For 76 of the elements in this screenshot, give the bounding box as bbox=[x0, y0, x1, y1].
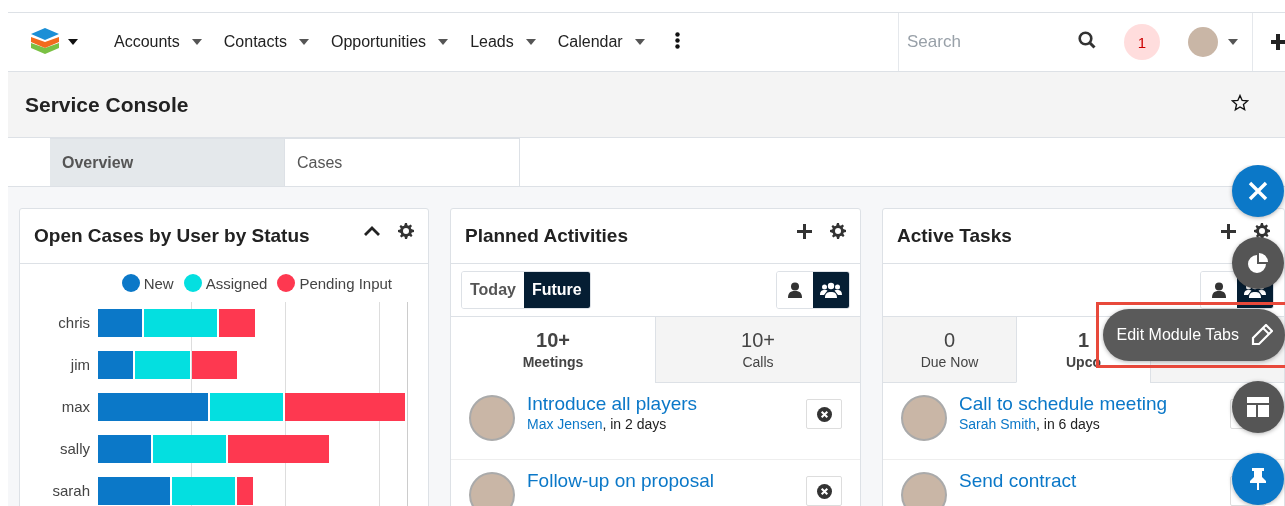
settings-icon[interactable] bbox=[830, 223, 846, 239]
caret-icon bbox=[298, 39, 309, 45]
remove-button[interactable] bbox=[806, 476, 842, 506]
record-meta: Max Jensen, in 2 days bbox=[527, 416, 667, 432]
caret-icon bbox=[1228, 39, 1238, 45]
settings-icon[interactable] bbox=[1254, 223, 1270, 239]
module-tab[interactable]: Overview bbox=[50, 138, 285, 186]
pencil-icon bbox=[1251, 324, 1273, 346]
more-icon[interactable] bbox=[674, 31, 680, 49]
module-tab[interactable]: Cases bbox=[285, 138, 520, 186]
add-icon[interactable] bbox=[797, 223, 812, 239]
record-link[interactable]: Introduce all players bbox=[527, 393, 794, 415]
collapse-icon[interactable] bbox=[364, 226, 380, 236]
caret-icon bbox=[68, 39, 78, 45]
logo-menu[interactable] bbox=[30, 28, 78, 56]
close-icon bbox=[816, 406, 832, 422]
close-icon bbox=[816, 483, 832, 499]
caret-icon bbox=[191, 39, 202, 45]
axis-label: sarah bbox=[51, 481, 91, 501]
axis-label: max bbox=[60, 397, 91, 417]
list-tab[interactable]: 10+ Calls bbox=[655, 317, 860, 383]
nav-menu[interactable]: Leads bbox=[470, 33, 536, 51]
record-meta: Sarah Smith, in 6 days bbox=[959, 416, 1100, 432]
record-link[interactable]: Send contract bbox=[959, 470, 1218, 492]
nav-menu[interactable]: Contacts bbox=[223, 33, 309, 51]
nav-menu[interactable]: Accounts bbox=[114, 33, 202, 51]
legend-label: Assigned bbox=[205, 274, 268, 292]
group-filter-button[interactable] bbox=[813, 272, 849, 308]
bar bbox=[192, 351, 237, 379]
legend-label: Pending Input bbox=[299, 274, 392, 292]
axis-label: jim bbox=[69, 355, 91, 375]
bar bbox=[98, 477, 170, 505]
settings-icon[interactable] bbox=[398, 223, 414, 239]
layout-icon bbox=[1247, 397, 1269, 417]
user-icon bbox=[788, 282, 802, 298]
close-icon bbox=[1248, 181, 1268, 201]
page-title: Service Console bbox=[25, 92, 189, 117]
bar bbox=[98, 351, 133, 379]
bar bbox=[219, 309, 255, 337]
pin-icon bbox=[1250, 468, 1266, 490]
group-icon bbox=[820, 282, 842, 298]
edit-module-tabs-tooltip[interactable]: Edit Module Tabs bbox=[1102, 309, 1285, 361]
person-link[interactable]: Sarah Smith bbox=[959, 416, 1037, 432]
bar bbox=[135, 351, 190, 379]
bar bbox=[172, 477, 235, 505]
dashlet-title: Active Tasks bbox=[897, 225, 1013, 247]
caret-icon bbox=[438, 39, 449, 45]
remove-button[interactable] bbox=[806, 399, 842, 429]
avatar bbox=[901, 472, 947, 506]
record-link[interactable]: Call to schedule meeting bbox=[959, 393, 1218, 415]
add-icon[interactable] bbox=[1221, 223, 1236, 239]
layers-logo-icon bbox=[30, 28, 60, 56]
bar bbox=[98, 309, 142, 337]
add-icon[interactable] bbox=[1271, 34, 1285, 50]
dashlet-title: Planned Activities bbox=[465, 225, 629, 247]
caret-icon bbox=[634, 39, 645, 45]
user-icon bbox=[1212, 282, 1226, 298]
avatar bbox=[469, 472, 515, 506]
filter-toggle[interactable]: Future bbox=[523, 272, 590, 308]
dashlet-title: Open Cases by User by Status bbox=[34, 225, 311, 247]
notification-badge[interactable]: 1 bbox=[1124, 24, 1160, 60]
bar bbox=[98, 435, 151, 463]
axis-label: sally bbox=[59, 439, 91, 459]
record-link[interactable]: Follow-up on proposal bbox=[527, 470, 794, 492]
avatar bbox=[901, 395, 947, 441]
caret-icon bbox=[525, 39, 536, 45]
pie-chart-icon bbox=[1247, 252, 1269, 274]
avatar bbox=[1188, 27, 1218, 57]
legend-label: New bbox=[143, 274, 174, 292]
bar bbox=[237, 477, 253, 505]
list-tab[interactable]: 0 Due Now bbox=[883, 317, 1016, 383]
nav-menu[interactable]: Opportunities bbox=[330, 33, 449, 51]
avatar bbox=[469, 395, 515, 441]
favorite-star-icon[interactable] bbox=[1231, 93, 1249, 112]
axis-label: chris bbox=[57, 313, 91, 333]
nav-menu[interactable]: Calendar bbox=[557, 33, 645, 51]
